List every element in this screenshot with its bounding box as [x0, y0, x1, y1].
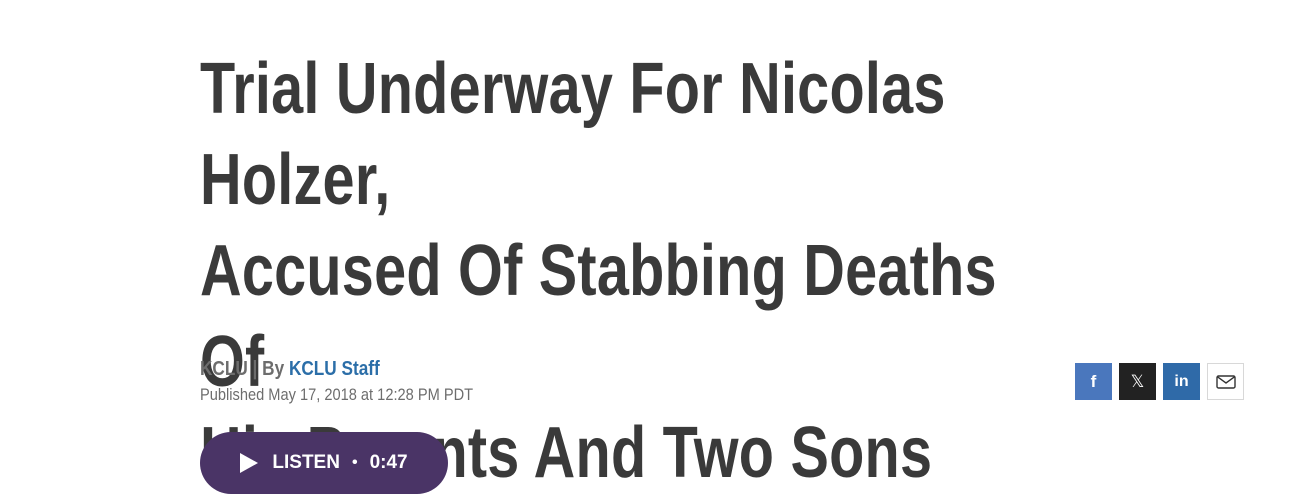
share-buttons: f 𝕏 in: [1075, 363, 1244, 400]
linkedin-icon: in: [1174, 372, 1189, 390]
byline-separator: |: [252, 358, 258, 380]
article-headline: Trial Underway For Nicolas Holzer, Accus…: [200, 44, 1072, 499]
audio-duration: 0:47: [369, 452, 408, 473]
play-icon: [240, 453, 259, 473]
share-linkedin-button[interactable]: in: [1163, 363, 1200, 400]
byline: KCLU | By KCLU Staff: [200, 358, 380, 381]
email-icon: [1215, 374, 1236, 389]
author-link[interactable]: KCLU Staff: [289, 358, 380, 380]
source-label: KCLU: [200, 358, 248, 380]
listen-button[interactable]: LISTEN • 0:47: [200, 432, 448, 494]
headline-line: Trial Underway For Nicolas Holzer,: [200, 49, 946, 220]
listen-separator: •: [351, 454, 358, 471]
share-email-button[interactable]: [1207, 363, 1244, 400]
x-icon: 𝕏: [1130, 371, 1145, 391]
share-x-button[interactable]: 𝕏: [1119, 363, 1156, 400]
published-date: Published May 17, 2018 at 12:28 PM PDT: [200, 385, 474, 404]
listen-label: LISTEN: [272, 452, 340, 473]
share-facebook-button[interactable]: f: [1075, 363, 1112, 400]
facebook-icon: f: [1090, 371, 1097, 391]
by-label: By: [262, 358, 285, 380]
